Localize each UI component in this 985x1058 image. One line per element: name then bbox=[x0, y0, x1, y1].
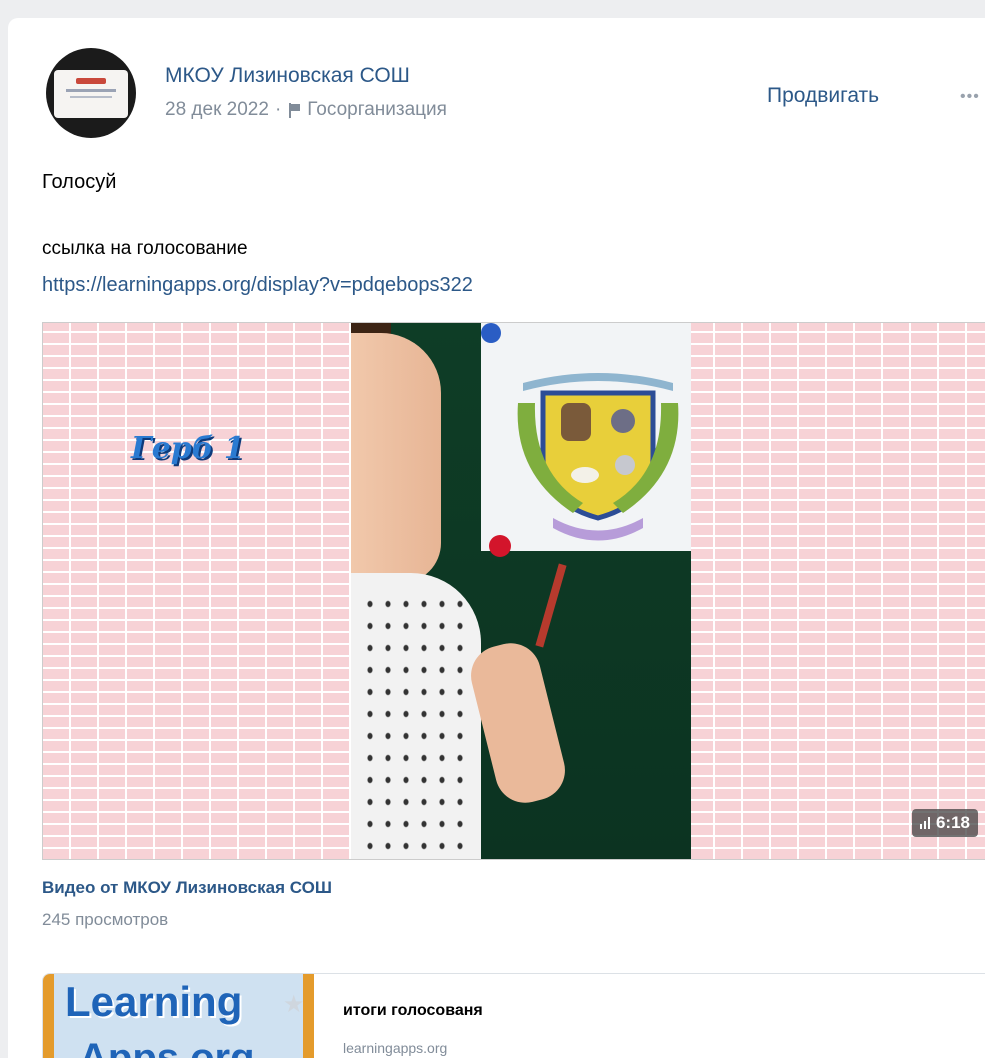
post-text-line: Голосуй bbox=[42, 171, 117, 193]
author-avatar[interactable] bbox=[46, 48, 136, 138]
post-card: МКОУ Лизиновская СОШ 28 дек 2022 · Госор… bbox=[8, 18, 985, 1058]
post-date[interactable]: 28 дек 2022 bbox=[165, 99, 269, 121]
video-views: 245 просмотров bbox=[42, 910, 169, 929]
post-text-line: ссылка на голосование bbox=[42, 238, 248, 259]
link-snippet[interactable]: Learning ★ Apps.org итоги голосованя lea… bbox=[42, 973, 985, 1058]
red-pin bbox=[489, 535, 511, 557]
avatar-line bbox=[70, 96, 112, 98]
promote-button[interactable]: Продвигать bbox=[767, 84, 879, 108]
video-duration-badge: 6:18 bbox=[911, 809, 978, 837]
snippet-domain: learningapps.org bbox=[343, 1040, 448, 1056]
video-overlay-title: Герб 1 bbox=[131, 431, 245, 466]
coat-of-arms-image bbox=[517, 373, 679, 541]
snippet-title[interactable]: итоги голосованя bbox=[343, 1002, 483, 1020]
blue-pin bbox=[481, 323, 501, 343]
video-player[interactable]: Герб 1 6:18 bbox=[42, 322, 985, 860]
star-icon: ★ bbox=[283, 991, 305, 1018]
post-link[interactable]: https://learningapps.org/display?v=pdqeb… bbox=[42, 274, 473, 297]
author-name[interactable]: МКОУ Лизиновская СОШ bbox=[165, 64, 410, 88]
video-duration: 6:18 bbox=[935, 813, 970, 832]
signal-bars-icon bbox=[919, 817, 930, 829]
avatar-line bbox=[66, 89, 116, 92]
child-face bbox=[351, 333, 441, 583]
avatar-logo bbox=[76, 78, 106, 84]
shirt-pattern bbox=[361, 593, 471, 853]
meta-separator: · bbox=[274, 99, 282, 120]
snippet-thumbnail: Learning ★ Apps.org bbox=[43, 974, 314, 1058]
video-title-link[interactable]: Видео от МКОУ Лизиновская СОШ bbox=[42, 878, 332, 898]
thumbnail-logo-line: Learning bbox=[65, 978, 243, 1025]
thumbnail-logo-line: Apps.org bbox=[79, 1036, 255, 1058]
flag-icon bbox=[287, 102, 301, 118]
post-meta: 28 дек 2022 · Госорганизация bbox=[165, 99, 447, 121]
more-options-icon[interactable]: ••• bbox=[960, 88, 980, 106]
org-type-label: Госорганизация bbox=[307, 99, 447, 120]
